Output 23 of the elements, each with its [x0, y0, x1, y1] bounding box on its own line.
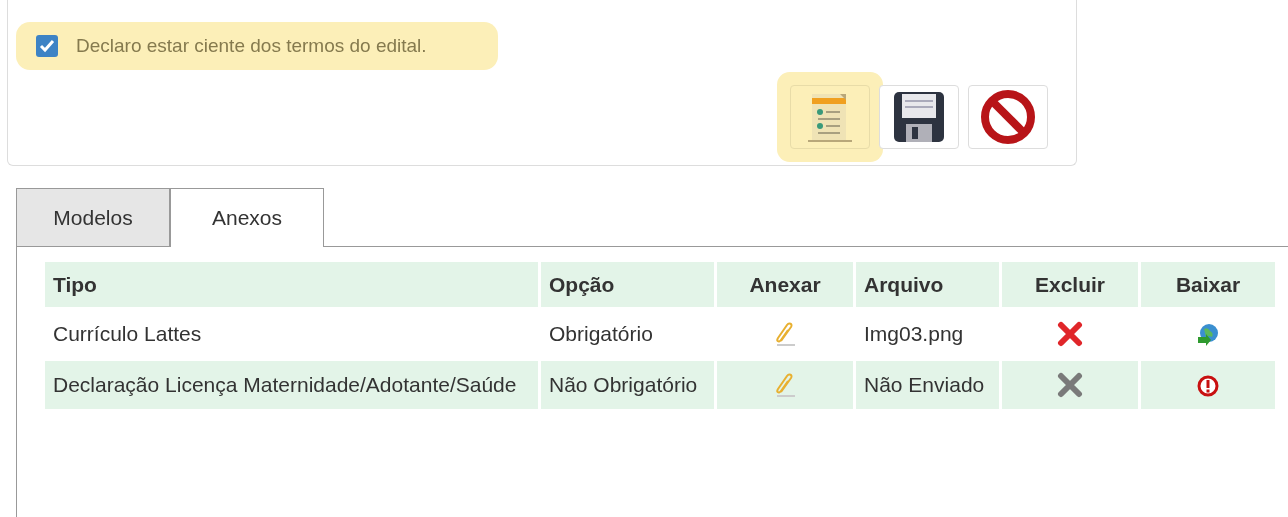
table-cell-text: Currículo Lattes	[52, 321, 203, 347]
toolbar-button[interactable]	[968, 85, 1048, 149]
no-entry-icon	[980, 89, 1036, 145]
tab[interactable]: Anexos	[170, 188, 324, 247]
checkbox[interactable]	[36, 35, 58, 57]
table-cell: Declaração Licença Maternidade/Adotante/Saúde	[45, 361, 538, 409]
column-header: Tipo	[45, 262, 538, 307]
paperclip-icon[interactable]	[773, 321, 797, 348]
paperclip-icon[interactable]	[773, 372, 797, 399]
column-header: Arquivo	[856, 262, 999, 307]
globe-arrow-icon[interactable]	[1196, 322, 1220, 347]
toolbar-button[interactable]	[879, 85, 959, 149]
table-cell-text: Img03.png	[863, 321, 965, 347]
table-cell-text: Obrigatório	[548, 321, 654, 347]
column-header: Anexar	[717, 262, 853, 307]
column-header: Baixar	[1141, 262, 1275, 307]
delete-icon[interactable]	[1057, 321, 1083, 348]
table-cell: Não Enviado	[856, 361, 999, 409]
tab[interactable]: Modelos	[16, 188, 170, 246]
column-header: Excluir	[1002, 262, 1138, 307]
table-cell: Não Obrigatório	[541, 361, 714, 409]
terms-label: Declaro estar ciente dos termos do edital.	[76, 35, 427, 57]
column-header: Opção	[541, 262, 714, 307]
